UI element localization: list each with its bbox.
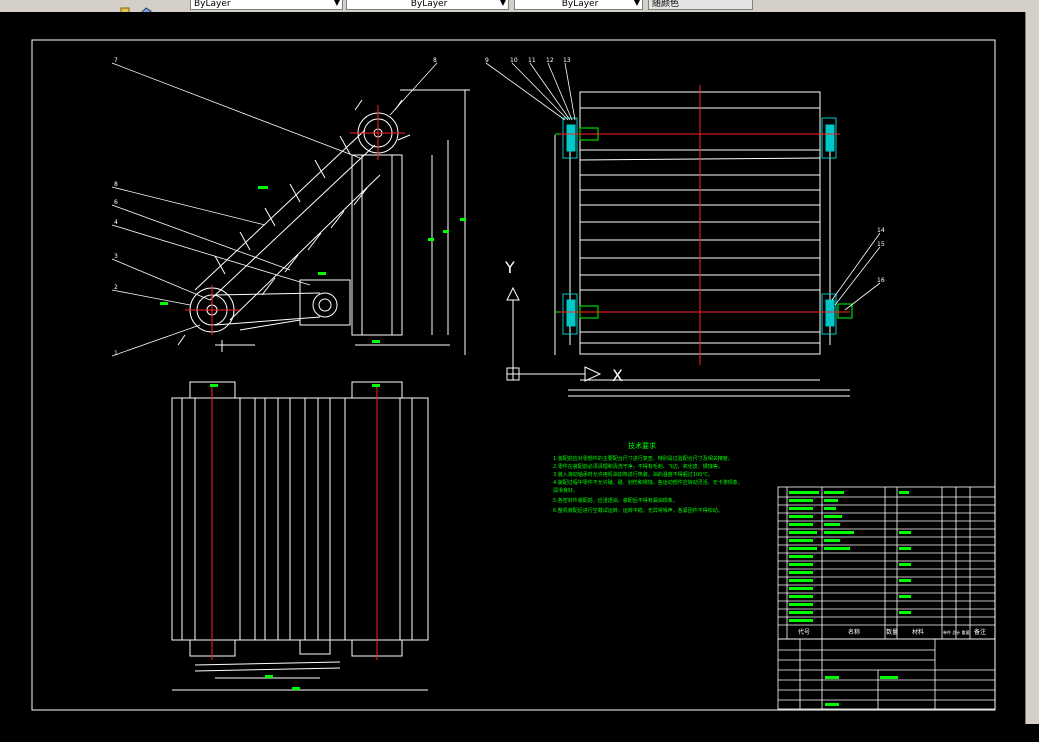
tech-requirements: 技术要求 1.装配前应对零部件的主要配合尺寸进行复查，特别是过盈配合尺寸及相关精… [553,441,743,514]
bom-green-cells [789,491,911,706]
bom-header-remark: 备注 [974,628,986,636]
color-value: 随颜色 [652,0,680,9]
tech-line-4: 4.装配过程中零件不允许磕、碰、划伤和锈蚀，各运动部件应转动灵活、无卡滞现象， [553,479,743,486]
layer-icon[interactable] [120,0,130,15]
bom-header-code: 代号 [798,628,810,636]
balloon-1: 1 [114,350,118,357]
balloon-10: 10 [510,57,518,64]
balloon-7: 7 [114,57,118,64]
drawing-canvas[interactable]: 7 8 8 6 4 3 2 1 9 10 11 12 13 14 15 16 Y… [0,12,1039,738]
leader-lines-left [111,62,438,357]
tech-line-6: 5.各密封件装配前，应浸透油，装配后不得有漏油现象。 [553,497,678,504]
bom-header-row: 代号 名称 数量 材料 单件 总计 重量 备注 [798,628,986,636]
balloon-top: 8 [433,57,437,64]
balloon-14: 14 [877,227,885,234]
balloon-16: 16 [877,277,885,284]
front-view-red-centers [211,385,378,660]
plotstyle-dropdown[interactable]: ByLayer ▼ [514,0,643,10]
leader-lines-right [485,62,881,311]
front-view [171,381,429,691]
bom-header-weight: 单件 总计 重量 [943,629,970,635]
balloon-labels-left: 7 8 8 6 4 3 2 1 [114,57,437,357]
lineweight-dropdown[interactable]: ByLayer ▼ [346,0,509,10]
color-dropdown[interactable]: 随颜色 [648,0,753,10]
bom-header-qty: 数量 [886,628,898,636]
tech-title: 技术要求 [628,441,656,450]
top-view [554,91,850,397]
balloon-13: 13 [563,57,571,64]
side-view [177,89,470,355]
linetype-value: ByLayer [194,0,231,9]
balloon-labels-right: 9 10 11 12 13 14 15 16 [485,57,885,284]
dropdown-arrow-icon: ▼ [499,0,506,7]
tech-line-5: 润滑良好。 [553,487,578,494]
layer-stack-icon[interactable] [140,0,152,16]
dropdown-arrow-icon: ▼ [333,0,340,7]
tech-line-2: 2.零件在装配前必须清理和清洗干净，不得有毛刺、飞边、氧化皮、锈蚀等。 [553,463,723,470]
tech-line-7: 6.整机装配后进行空载试运转，运转平稳，无异常噪声，各紧固件不得松动。 [553,507,723,514]
balloon-9: 9 [485,57,489,64]
axis-y-label: Y [504,258,515,277]
balloon-12: 12 [546,57,554,64]
balloon-2: 2 [114,284,118,291]
balloon-15: 15 [877,241,885,248]
axis-x-label: X [612,366,623,385]
balloon-6: 6 [114,199,118,206]
cad-drawing: 7 8 8 6 4 3 2 1 9 10 11 12 13 14 15 16 Y… [31,39,996,711]
tech-line-3: 3.装入滚动轴承时允许用机油加热进行热装，油的温度不得超过100℃。 [553,471,713,478]
tech-line-1: 1.装配前应对零部件的主要配合尺寸进行复查，特别是过盈配合尺寸及相关精度。 [553,455,733,462]
dropdown-arrow-icon: ▼ [633,0,640,7]
balloon-8: 8 [114,181,118,188]
bom-header-material: 材料 [912,628,924,636]
ucs-icon [506,286,602,382]
side-view-green-dims [160,186,466,343]
plotstyle-value: ByLayer [561,0,599,9]
bom-header-name: 名称 [848,628,860,636]
balloon-11: 11 [528,57,536,64]
balloon-3: 3 [114,253,118,260]
linetype-dropdown[interactable]: ByLayer ▼ [190,0,343,10]
balloon-4: 4 [114,219,118,226]
top-view-red-centers [560,85,850,365]
vertical-scrollbar[interactable] [1025,12,1039,724]
lineweight-value: ByLayer [410,0,448,9]
